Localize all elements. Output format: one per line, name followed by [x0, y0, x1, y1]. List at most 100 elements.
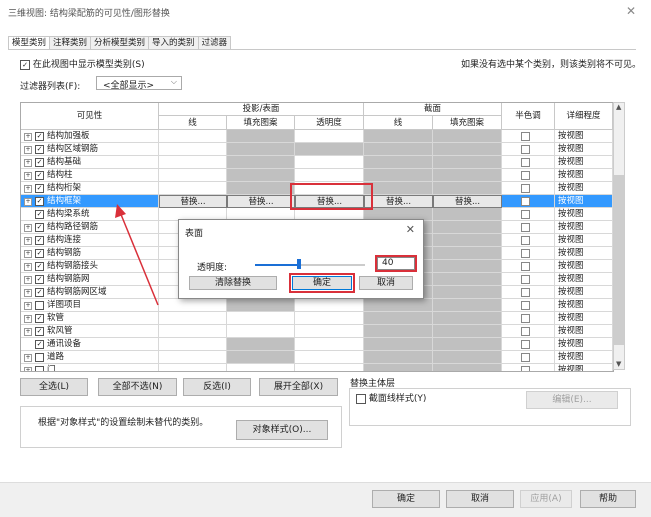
halftone-cell[interactable]	[502, 182, 555, 195]
sec-line-cell[interactable]	[364, 325, 433, 338]
tab-model-categories[interactable]: 模型类别	[8, 36, 51, 50]
row-name-cell[interactable]: + ✓ 软风管	[21, 325, 159, 338]
detail-level-cell[interactable]: 按视图	[555, 195, 613, 208]
halftone-checkbox[interactable]	[521, 210, 530, 219]
sec-fill-cell[interactable]	[433, 156, 502, 169]
replace-button[interactable]: 替换...	[248, 197, 273, 207]
expand-icon[interactable]: +	[24, 289, 32, 297]
table-row[interactable]: + ✓ 软风管 按视图	[21, 325, 613, 338]
proj-fill-cell[interactable]	[227, 156, 295, 169]
sec-fill-cell[interactable]	[433, 260, 502, 273]
expand-icon[interactable]: +	[24, 198, 32, 206]
scroll-up-icon[interactable]: ▲	[616, 103, 621, 111]
sec-line-cell[interactable]	[364, 299, 433, 312]
help-button[interactable]: 帮助	[580, 490, 636, 508]
surface-ok-button[interactable]: 确定	[292, 276, 352, 290]
detail-level-cell[interactable]: 按视图	[555, 234, 613, 247]
detail-level-cell[interactable]: 按视图	[555, 273, 613, 286]
tab-filters[interactable]: 过滤器	[197, 36, 232, 49]
expand-icon[interactable]: +	[24, 185, 32, 193]
detail-level-cell[interactable]: 按视图	[555, 364, 613, 371]
proj-fill-cell[interactable]	[227, 169, 295, 182]
detail-level-cell[interactable]: 按视图	[555, 338, 613, 351]
close-icon[interactable]: ✕	[406, 223, 415, 236]
halftone-checkbox[interactable]	[521, 145, 530, 154]
halftone-checkbox[interactable]	[521, 197, 530, 206]
halftone-cell[interactable]	[502, 299, 555, 312]
transparency-cell[interactable]	[295, 312, 364, 325]
sec-fill-cell[interactable]	[433, 273, 502, 286]
close-icon[interactable]: ✕	[626, 4, 636, 18]
clear-override-button[interactable]: 清除替换	[189, 276, 277, 290]
visibility-checkbox[interactable]: ✓	[35, 158, 44, 167]
surface-cancel-button[interactable]: 取消	[359, 276, 413, 290]
show-model-checkbox[interactable]: ✓	[20, 59, 30, 70]
transparency-cell[interactable]	[295, 299, 364, 312]
row-name-cell[interactable]: + ✓ 结构柱	[21, 169, 159, 182]
expand-icon[interactable]: +	[24, 172, 32, 180]
halftone-checkbox[interactable]	[521, 275, 530, 284]
proj-fill-cell[interactable]	[227, 143, 295, 156]
scroll-down-icon[interactable]: ▼	[616, 360, 621, 368]
visibility-checkbox[interactable]	[35, 301, 44, 310]
table-row[interactable]: + ✓ 结构区域钢筋 按视图	[21, 143, 613, 156]
sec-fill-cell[interactable]	[433, 364, 502, 371]
row-name-cell[interactable]: + ✓ 结构区域钢筋	[21, 143, 159, 156]
row-name-cell[interactable]: + 道路	[21, 351, 159, 364]
replace-button[interactable]: 替换...	[386, 197, 411, 207]
expand-icon[interactable]: +	[24, 315, 32, 323]
expand-icon[interactable]: +	[24, 133, 32, 141]
sec-line-cell[interactable]: 替换...	[364, 195, 433, 208]
host-layer-option[interactable]: 截面线样式(Y)	[356, 391, 426, 404]
halftone-cell[interactable]	[502, 221, 555, 234]
visibility-checkbox[interactable]: ✓	[35, 236, 44, 245]
halftone-checkbox[interactable]	[521, 262, 530, 271]
sec-fill-cell[interactable]: 替换...	[433, 195, 502, 208]
halftone-checkbox[interactable]	[521, 249, 530, 258]
expand-all-button[interactable]: 展开全部(X)	[259, 378, 338, 396]
row-name-cell[interactable]: + 门	[21, 364, 159, 371]
halftone-checkbox[interactable]	[521, 288, 530, 297]
detail-level-cell[interactable]: 按视图	[555, 156, 613, 169]
sec-fill-cell[interactable]	[433, 208, 502, 221]
halftone-checkbox[interactable]	[521, 327, 530, 336]
detail-level-cell[interactable]: 按视图	[555, 208, 613, 221]
proj-line-cell[interactable]	[159, 156, 227, 169]
visibility-checkbox[interactable]: ✓	[35, 132, 44, 141]
replace-button[interactable]: 替换...	[455, 197, 480, 207]
expand-icon[interactable]: +	[24, 263, 32, 271]
show-model-categories[interactable]: ✓ 在此视图中显示模型类别(S)	[20, 57, 145, 70]
table-row[interactable]: + ✓ 结构柱 按视图	[21, 169, 613, 182]
sec-line-cell[interactable]	[364, 143, 433, 156]
tab-imported-categories[interactable]: 导入的类别	[148, 36, 199, 49]
cut-line-styles-checkbox[interactable]	[356, 393, 366, 404]
sec-fill-cell[interactable]	[433, 299, 502, 312]
proj-line-cell[interactable]	[159, 351, 227, 364]
tab-analytical-model-categories[interactable]: 分析模型类别	[90, 36, 150, 49]
halftone-checkbox[interactable]	[521, 158, 530, 167]
transparency-cell[interactable]	[295, 169, 364, 182]
halftone-cell[interactable]	[502, 234, 555, 247]
visibility-checkbox[interactable]: ✓	[35, 340, 44, 349]
halftone-checkbox[interactable]	[521, 132, 530, 141]
expand-icon[interactable]: +	[24, 367, 32, 371]
halftone-checkbox[interactable]	[521, 236, 530, 245]
sec-line-cell[interactable]	[364, 312, 433, 325]
transparency-input[interactable]: 40	[377, 257, 415, 270]
halftone-cell[interactable]	[502, 169, 555, 182]
proj-fill-cell[interactable]	[227, 351, 295, 364]
row-name-cell[interactable]: ✓ 通讯设备	[21, 338, 159, 351]
proj-line-cell[interactable]	[159, 364, 227, 371]
halftone-cell[interactable]	[502, 208, 555, 221]
expand-icon[interactable]: +	[24, 237, 32, 245]
detail-level-cell[interactable]: 按视图	[555, 143, 613, 156]
sec-fill-cell[interactable]	[433, 182, 502, 195]
table-row[interactable]: + ✓ 结构基础 按视图	[21, 156, 613, 169]
tab-annotation-categories[interactable]: 注释类别	[49, 36, 92, 49]
expand-icon[interactable]: +	[24, 328, 32, 336]
halftone-checkbox[interactable]	[521, 340, 530, 349]
detail-level-cell[interactable]: 按视图	[555, 286, 613, 299]
halftone-cell[interactable]	[502, 286, 555, 299]
expand-icon[interactable]: +	[24, 276, 32, 284]
filter-select[interactable]: <全部显示> ⌵	[96, 76, 182, 91]
